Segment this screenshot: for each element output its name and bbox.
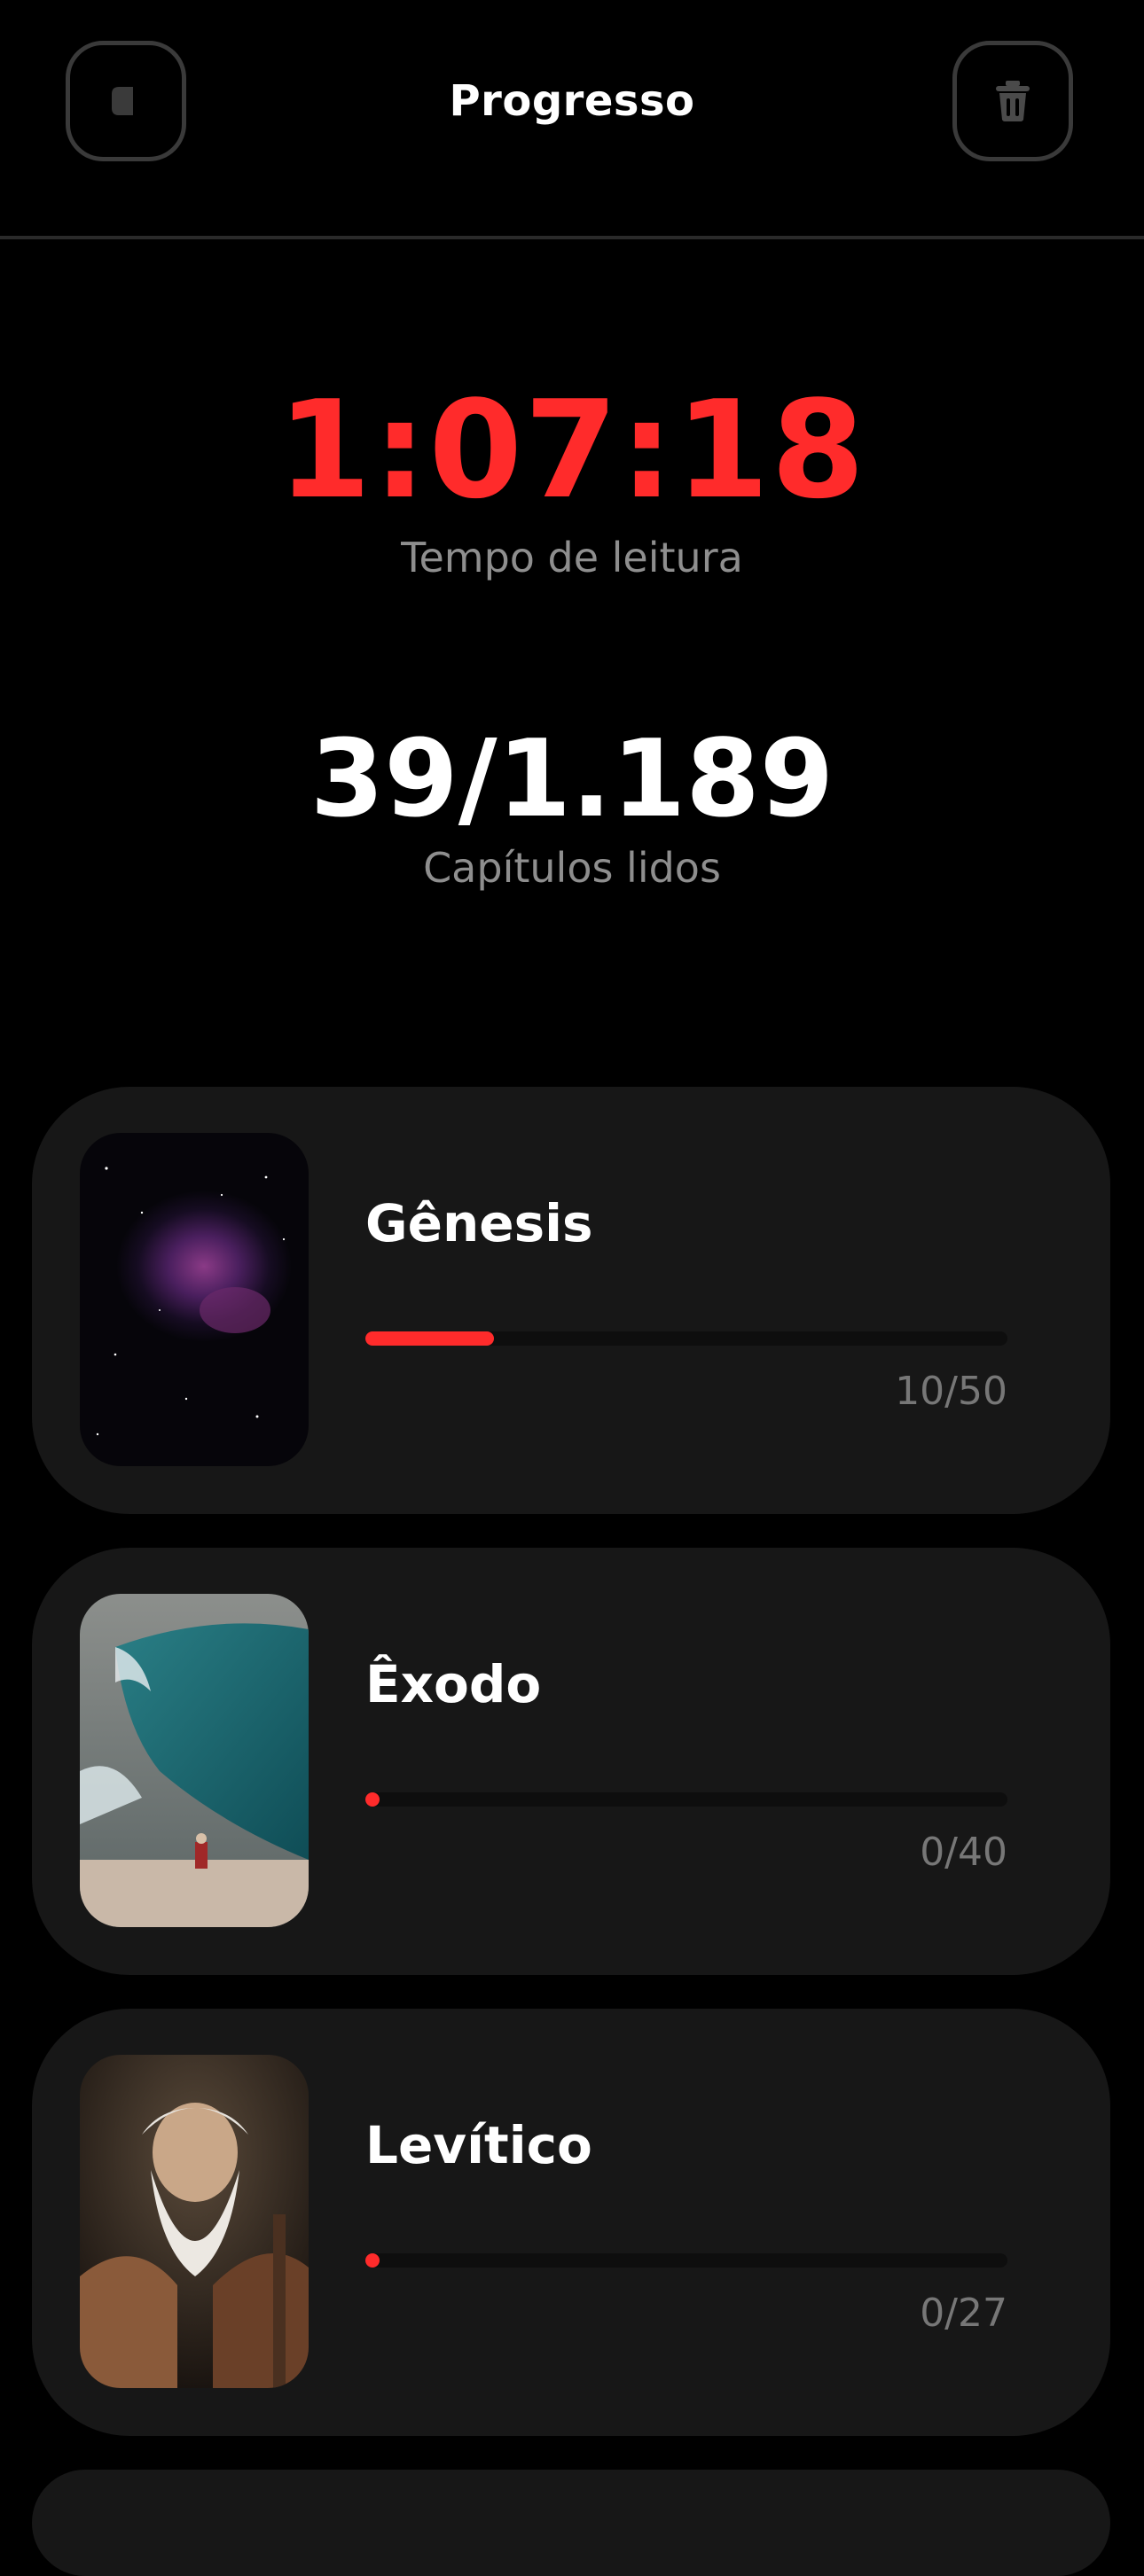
book-title: Gênesis xyxy=(365,1193,593,1253)
chapters-read-label: Capítulos lidos xyxy=(423,844,721,892)
old-bearded-man-image xyxy=(80,2055,309,2388)
progress-count: 10/50 xyxy=(895,1369,1007,1414)
book-card-exodo[interactable]: Êxodo 0/40 xyxy=(32,1548,1110,1975)
reading-time-value: 1:07:18 xyxy=(277,371,867,528)
book-card-genesis[interactable]: Gênesis 10/50 xyxy=(32,1087,1110,1514)
header-divider xyxy=(0,236,1144,239)
parting-sea-image xyxy=(80,1594,309,1927)
delete-button[interactable] xyxy=(952,41,1073,161)
chapters-read-value: 39/1.189 xyxy=(310,718,834,841)
book-title: Êxodo xyxy=(365,1654,542,1714)
reading-time-label: Tempo de leitura xyxy=(401,534,743,582)
progress-track xyxy=(365,2253,1007,2268)
progress-count: 0/27 xyxy=(920,2291,1007,2336)
progress-fill xyxy=(365,1792,380,1807)
trash-icon xyxy=(996,81,1030,121)
header: Progresso xyxy=(0,0,1144,239)
progress-track xyxy=(365,1792,1007,1807)
progress-count: 0/40 xyxy=(920,1830,1007,1875)
book-card-next[interactable] xyxy=(32,2470,1110,2576)
progress-fill xyxy=(365,1331,494,1346)
book-card-levitico[interactable]: Levítico 0/27 xyxy=(32,2009,1110,2436)
nebula-space-image xyxy=(80,1133,309,1466)
progress-fill xyxy=(365,2253,380,2268)
progress-track xyxy=(365,1331,1007,1346)
book-title: Levítico xyxy=(365,2115,592,2175)
